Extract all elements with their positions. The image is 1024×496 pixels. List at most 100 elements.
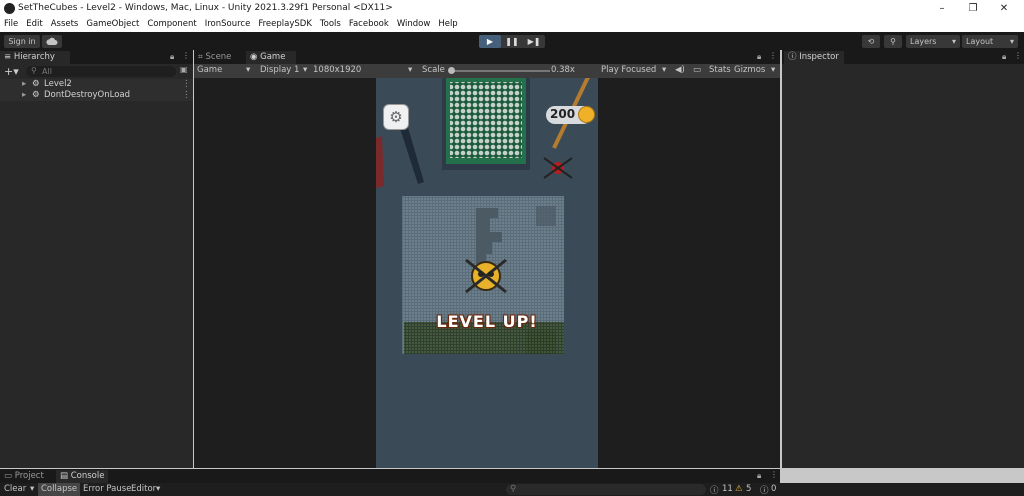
scene-tab-label: Scene	[205, 52, 232, 62]
more-options-icon[interactable]: ⋮	[182, 51, 190, 60]
coin-icon	[578, 106, 595, 123]
search-placeholder: All	[42, 67, 52, 76]
coin-counter: 200	[546, 106, 595, 124]
more-options-icon[interactable]: ⋮	[182, 90, 191, 101]
editor-dropdown[interactable]: Editor	[131, 484, 156, 494]
maximize-button[interactable]: ❐	[963, 2, 983, 16]
list-item[interactable]: ▸ ⚙ DontDestroyOnLoad ⋮	[0, 90, 193, 101]
menu-help[interactable]: Help	[434, 18, 461, 29]
sign-in-button[interactable]: Sign in	[4, 35, 40, 48]
title-bar: SetTheCubes - Level2 - Windows, Mac, Lin…	[0, 0, 1024, 18]
error-pause-toggle[interactable]: Error Pause	[83, 484, 131, 494]
lock-icon[interactable]: 🔒︎	[757, 471, 761, 481]
chevron-down-icon: ▾	[1009, 37, 1014, 46]
game-view-toolbar: Game ▾ Display 1 ▾ 1080x1920 ▾ Scale 0.3…	[194, 64, 780, 78]
lock-icon[interactable]: 🔒︎	[170, 52, 174, 62]
lock-icon[interactable]: 🔒︎	[1002, 52, 1006, 62]
scene-tab-icon: ⌗	[198, 52, 206, 62]
inspector-tab-label: Inspector	[799, 52, 839, 62]
game-view[interactable]: ⚙ 200 LEVEL UP!	[376, 78, 598, 468]
tab-project[interactable]: ▭ Project	[0, 470, 52, 483]
cloud-icon[interactable]	[42, 35, 62, 48]
chevron-down-icon: ▾	[771, 65, 776, 75]
play-focused-dropdown[interactable]: Play Focused	[601, 65, 656, 75]
more-options-icon[interactable]: ⋮	[770, 470, 778, 479]
clear-button[interactable]: Clear	[4, 484, 26, 494]
chevron-down-icon: ▾	[408, 65, 413, 75]
display-dropdown[interactable]: Display 1	[260, 65, 299, 75]
console-search-input[interactable]: ⚲	[506, 484, 706, 495]
resolution-dropdown[interactable]: 1080x1920	[313, 65, 361, 75]
scale-label: Scale	[422, 65, 445, 75]
error-icon[interactable]: ⓘ	[760, 484, 769, 496]
tab-console[interactable]: ▤ Console	[56, 470, 108, 483]
tab-inspector[interactable]: ⓘ Inspector	[784, 51, 844, 64]
search-icon: ⚲	[31, 66, 37, 75]
menu-gameobject[interactable]: GameObject	[82, 18, 143, 29]
hierarchy-tabstrip: ≡ Hierarchy 🔒︎ ⋮	[0, 50, 193, 64]
main-toolbar: Sign in ▶ ❚❚ ▶❚ ⟲ ⚲ Layers ▾ Layout ▾	[0, 32, 1024, 50]
warning-count: 5	[746, 484, 752, 494]
pause-button[interactable]: ❚❚	[501, 35, 523, 48]
game-mode-dropdown[interactable]: Game	[197, 65, 222, 75]
more-options-icon[interactable]: ⋮	[769, 51, 777, 60]
more-options-icon[interactable]: ⋮	[1014, 51, 1022, 60]
hierarchy-tab-label: Hierarchy	[13, 52, 55, 62]
project-tab-label: Project	[14, 471, 44, 481]
tab-scene[interactable]: ⌗ Scene	[194, 51, 244, 64]
menu-assets[interactable]: Assets	[47, 18, 83, 29]
minimize-button[interactable]: –	[932, 2, 952, 16]
hierarchy-search-input[interactable]: ⚲ All	[26, 66, 176, 77]
menu-facebook[interactable]: Facebook	[345, 18, 393, 29]
expand-arrow-icon[interactable]: ▸	[22, 79, 26, 90]
layout-label: Layout	[966, 37, 994, 46]
scale-slider[interactable]	[448, 67, 550, 74]
layers-dropdown[interactable]: Layers ▾	[906, 35, 960, 48]
hierarchy-icon: ≡	[4, 52, 14, 62]
history-icon[interactable]: ⟲	[862, 35, 880, 48]
list-item[interactable]: ▸ ⚙ Level2 ⋮	[0, 79, 193, 90]
warning-icon[interactable]: ⚠	[735, 484, 743, 494]
close-button[interactable]: ✕	[994, 2, 1014, 16]
scale-slider-handle[interactable]	[448, 67, 455, 74]
inspector-tabstrip: ⓘ Inspector 🔒︎ ⋮	[782, 50, 1024, 64]
error-count: 0	[771, 484, 777, 494]
menu-freeplaysdk[interactable]: FreeplaySDK	[254, 18, 316, 29]
level-up-text: LEVEL UP!	[436, 312, 538, 331]
menu-component[interactable]: Component	[143, 18, 200, 29]
info-log-icon[interactable]: ⓘ	[710, 484, 719, 496]
search-icon: ⚲	[510, 484, 517, 494]
chevron-down-icon: ▾	[246, 65, 251, 75]
more-options-icon[interactable]: ⋮	[182, 79, 191, 90]
search-icon[interactable]: ⚲	[884, 35, 902, 48]
expand-arrow-icon[interactable]: ▸	[22, 90, 26, 101]
stats-toggle[interactable]: Stats	[709, 65, 731, 75]
window-title: SetTheCubes - Level2 - Windows, Mac, Lin…	[18, 3, 393, 13]
menu-file[interactable]: File	[0, 18, 22, 29]
menu-bar: File Edit Assets GameObject Component IronSou…	[0, 18, 1024, 32]
layout-dropdown[interactable]: Layout ▾	[962, 35, 1018, 48]
step-button[interactable]: ▶❚	[523, 35, 545, 48]
menu-ironsource[interactable]: IronSource	[201, 18, 255, 29]
unity-logo-icon	[4, 3, 15, 14]
add-icon[interactable]: +▾	[4, 65, 19, 78]
scene-icon: ⚙	[32, 90, 40, 100]
gizmos-dropdown[interactable]: Gizmos	[734, 65, 765, 75]
menu-edit[interactable]: Edit	[22, 18, 46, 29]
hierarchy-toolbar: +▾ ⚲ All ▣	[0, 64, 193, 79]
menu-tools[interactable]: Tools	[316, 18, 345, 29]
lock-icon[interactable]: 🔒︎	[757, 52, 761, 62]
settings-gear-icon[interactable]: ⚙	[383, 104, 409, 130]
chevron-down-icon: ▾	[662, 65, 667, 75]
tab-game[interactable]: ◉ Game	[246, 51, 296, 64]
collapse-toggle[interactable]: Collapse	[38, 483, 81, 496]
log-count: 11	[722, 484, 733, 494]
chevron-down-icon[interactable]: ▾	[30, 484, 34, 494]
menu-window[interactable]: Window	[393, 18, 435, 29]
inspector-panel: ⓘ Inspector 🔒︎ ⋮	[782, 50, 1024, 468]
aspect-icon[interactable]: ▭	[693, 65, 701, 75]
filter-icon[interactable]: ▣	[180, 65, 188, 74]
audio-icon[interactable]: ◀︎)	[675, 65, 685, 75]
tab-hierarchy[interactable]: ≡ Hierarchy	[0, 51, 70, 64]
play-button[interactable]: ▶	[479, 35, 501, 48]
